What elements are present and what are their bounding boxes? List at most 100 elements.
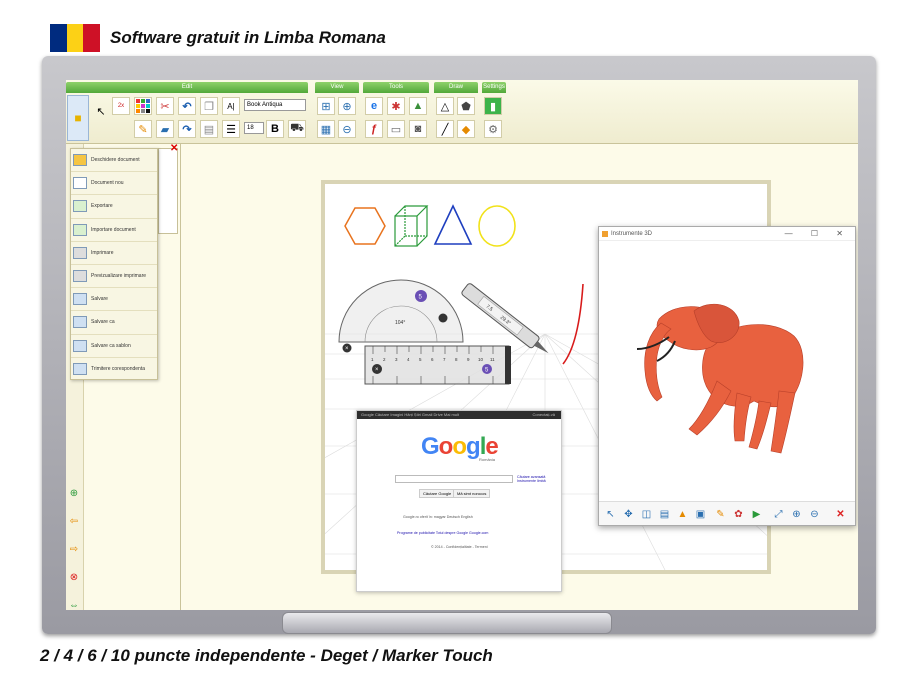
close-glyph: × (345, 346, 349, 352)
copyright-text: © 2014 - Confidențialitate - Termeni (431, 545, 488, 549)
ruler-tool[interactable]: 1 2 3 4 5 6 7 8 9 10 11 × 5 (364, 345, 511, 385)
menu-item-export[interactable]: Exportare (71, 195, 157, 219)
flash-button[interactable]: ƒ (365, 120, 383, 138)
stamp-icon[interactable]: ▲ (675, 507, 690, 522)
triangle-shape-button[interactable]: △ (436, 97, 454, 115)
menu-item-open[interactable]: Deschidere document (71, 149, 157, 173)
draw-group: Draw △ ⬟ ╱ ◆ (434, 82, 478, 142)
menu-item-save[interactable]: Salvare (71, 288, 157, 312)
exit-button[interactable]: ▮ (484, 97, 502, 115)
menu-item-save-as[interactable]: Salvare ca (71, 311, 157, 335)
blue-triangle[interactable] (433, 204, 473, 245)
swap-page-icon[interactable]: ⇔ (66, 598, 82, 611)
select-arrow-icon[interactable]: ↖ (603, 507, 618, 522)
bold-button[interactable]: B (266, 120, 284, 138)
next-page-icon[interactable]: ⇨ (66, 542, 82, 556)
settings-button[interactable]: ⚙ (484, 120, 502, 138)
font-family-select[interactable]: Book Antiqua (244, 99, 306, 111)
envelope-icon (73, 363, 87, 376)
zoom-button[interactable]: 2x (112, 97, 130, 115)
layers-icon[interactable]: ▤ (657, 507, 672, 522)
palette-icon[interactable]: ✿ (731, 507, 746, 522)
indent-button[interactable]: ☰ (222, 120, 240, 138)
paint-bucket-button[interactable]: ⛟ (288, 120, 306, 138)
browser-button[interactable]: e (365, 97, 383, 115)
camera-button[interactable]: ◙ (409, 120, 427, 138)
orange-hexagon[interactable] (344, 207, 386, 245)
image-button[interactable]: ▲ (409, 97, 427, 115)
menu-item-print[interactable]: Imprimare (71, 242, 157, 265)
page-thumbnail[interactable] (158, 148, 178, 234)
text-tool-icon: A| (227, 101, 235, 111)
app-screen: Edit ■ ↖ 2x ✂ ✎ ▰ ↶ ↷ ❐ ▤ A| ☰ Book Anti… (66, 80, 858, 610)
fit-icon[interactable]: ⤢ (771, 507, 786, 522)
menu-item-save-template[interactable]: Salvare ca sablon (71, 335, 157, 358)
export-icon (73, 200, 87, 213)
advanced-search-link[interactable]: Căutare avansată Instrumente limbă (517, 475, 546, 483)
google-search-button[interactable]: Căutare Google (419, 489, 456, 498)
paste-button[interactable]: ▤ (200, 120, 218, 138)
zoom-out-icon[interactable]: ⊖ (807, 507, 822, 522)
pentagon-shape-button[interactable]: ⬟ (457, 97, 475, 115)
view-grid-button[interactable]: ▦ (317, 120, 335, 138)
feeling-lucky-button[interactable]: Mă simt norocos (453, 489, 491, 498)
color-palette-button[interactable] (134, 97, 152, 115)
pen-button[interactable]: ✎ (134, 120, 152, 138)
instruments-button[interactable]: ✱ (387, 97, 405, 115)
google-top-bar: Google Căutare Imagini Hărți Știri Gmail… (357, 411, 561, 419)
footer-links[interactable]: Programe de publicitate Totul despre Goo… (397, 531, 488, 535)
ruler-number: 10 (478, 357, 484, 362)
protractor-rotate-icon[interactable] (438, 313, 448, 323)
close-panel-icon[interactable]: ✕ (170, 144, 180, 154)
previous-page-icon[interactable]: ⇦ (66, 514, 82, 528)
pen-icon[interactable]: ✎ (713, 507, 728, 522)
floppy-disk-icon (73, 293, 87, 306)
delete-page-icon[interactable]: ⊗ (66, 570, 82, 584)
zoom-in-button[interactable]: ⊕ (338, 97, 356, 115)
indent-icon: ☰ (226, 123, 236, 136)
eraser-button[interactable]: ▰ (156, 120, 174, 138)
copy-button[interactable]: ❐ (200, 97, 218, 115)
cut-button[interactable]: ✂ (156, 97, 174, 115)
menu-item-print-preview[interactable]: Previzualizare imprimare (71, 265, 157, 289)
add-page-icon[interactable]: ⊕ (66, 486, 82, 500)
file-menu-button[interactable]: ■ (67, 95, 89, 141)
ruler-number: 11 (490, 357, 495, 362)
redo-icon: ↷ (182, 123, 192, 136)
menu-item-send-mail[interactable]: Trimitere corespondenta (71, 358, 157, 381)
line-button[interactable]: ╱ (436, 120, 454, 138)
red-arc-stroke (562, 283, 584, 365)
pencil-icon: ✎ (138, 123, 148, 136)
zoom-out-button[interactable]: ⊖ (338, 120, 356, 138)
font-size-select[interactable]: 18 (244, 122, 264, 134)
recorder-button[interactable]: ▭ (387, 120, 405, 138)
paste-icon: ▤ (203, 123, 215, 136)
undo-button[interactable]: ↶ (178, 97, 196, 115)
save-icon[interactable]: ▣ (693, 507, 708, 522)
redo-button[interactable]: ↷ (178, 120, 196, 138)
elephant-3d-model[interactable] (599, 241, 855, 501)
file-menu: Deschidere document Document nou Exporta… (70, 148, 158, 380)
protractor-tool[interactable]: 104° 5 × (338, 279, 464, 353)
window-controls[interactable]: — ☐ ✕ (785, 227, 851, 241)
instruments-3d-window[interactable]: Instrumente 3D — ☐ ✕ ↖ ✥ ◫ ▤ ▲ ▣ ✎ ✿ ▶ ⤢… (598, 226, 856, 526)
bold-icon: B (271, 123, 279, 135)
protractor-angle: 104° (395, 320, 405, 326)
yellow-circle[interactable] (478, 205, 516, 247)
browser-window[interactable]: Google Căutare Imagini Hărți Știri Gmail… (356, 410, 562, 592)
google-search-input[interactable] (395, 475, 513, 483)
menu-item-new[interactable]: Document nou (71, 172, 157, 196)
fill-shape-button[interactable]: ◆ (457, 120, 475, 138)
green-cube[interactable] (394, 205, 429, 247)
move-icon[interactable]: ✥ (621, 507, 636, 522)
view-page-button[interactable]: ⊞ (317, 97, 335, 115)
play-icon[interactable]: ▶ (749, 507, 764, 522)
cube-view-icon[interactable]: ◫ (639, 507, 654, 522)
google-top-links[interactable]: Google Căutare Imagini Hărți Știri Gmail… (361, 412, 459, 417)
menu-item-import[interactable]: Importare document (71, 219, 157, 242)
sign-in-link[interactable]: Conectați-vă (533, 411, 555, 419)
zoom-in-icon[interactable]: ⊕ (789, 507, 804, 522)
select-arrow-button[interactable]: ↖ (92, 102, 110, 120)
text-tool-button[interactable]: A| (222, 97, 240, 115)
close-icon[interactable]: ✕ (833, 507, 848, 522)
